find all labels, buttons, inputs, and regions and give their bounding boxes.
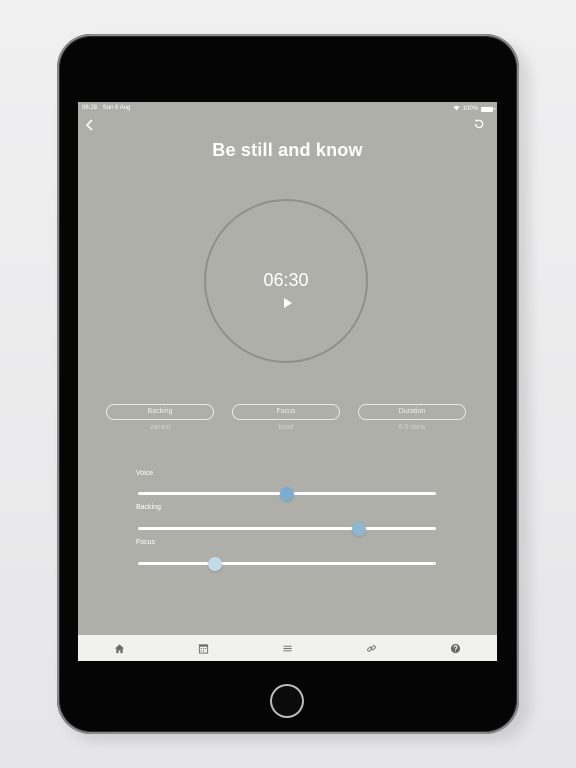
back-button[interactable]	[82, 118, 98, 134]
tab-menu[interactable]	[267, 638, 307, 658]
focus-option-button[interactable]: Focus	[232, 404, 340, 420]
backing-option-value: vacant	[149, 424, 171, 431]
tab-calendar[interactable]	[184, 638, 224, 658]
duration-option-button[interactable]: Duration	[358, 404, 466, 420]
tab-home[interactable]	[100, 638, 140, 658]
status-time-date: 06:28 Sun 6 Aug	[82, 105, 130, 111]
calendar-icon	[199, 643, 209, 654]
battery-icon	[481, 106, 495, 112]
wifi-icon	[453, 105, 460, 113]
home-button[interactable]	[270, 684, 304, 718]
voice-slider-knob[interactable]	[280, 486, 294, 501]
backing-option-button[interactable]: Backing	[106, 404, 214, 420]
focus-option-value: bowl	[278, 424, 294, 431]
menu-icon	[283, 645, 292, 651]
duration-option-value: 6.5 mins	[398, 424, 426, 431]
focus-slider-knob[interactable]	[208, 556, 223, 571]
focus-option-label: Focus	[276, 408, 296, 415]
focus-slider-label: Focus	[136, 539, 156, 546]
duration-option-label: Duration	[398, 408, 426, 415]
chevron-left-icon	[85, 119, 93, 131]
voice-slider-label: Voice	[136, 470, 154, 477]
app-screen: 06:28 Sun 6 Aug 100% Be still and know 0…	[78, 102, 497, 661]
home-icon	[115, 643, 125, 653]
tab-link[interactable]	[351, 638, 391, 658]
focus-slider-track[interactable]	[138, 556, 436, 571]
bottom-tab-bar	[78, 635, 497, 661]
timer-display: 06:30	[263, 270, 309, 290]
backing-slider-track[interactable]	[138, 521, 436, 536]
voice-slider-track[interactable]	[138, 486, 436, 501]
battery-percent: 100%	[462, 106, 478, 112]
backing-option-label: Backing	[147, 408, 173, 415]
restart-button[interactable]	[471, 118, 487, 134]
status-time: 06:28	[82, 105, 98, 111]
restart-icon	[474, 118, 484, 129]
page-title: Be still and know	[212, 140, 363, 160]
help-icon	[450, 643, 460, 653]
link-icon	[366, 644, 376, 652]
backing-slider-knob[interactable]	[351, 521, 366, 536]
tab-help[interactable]	[435, 638, 475, 658]
backing-slider-label: Backing	[136, 504, 161, 511]
play-icon[interactable]	[284, 298, 292, 308]
status-date: Sun 6 Aug	[102, 105, 131, 111]
status-right: 100%	[453, 105, 495, 113]
status-bar: 06:28 Sun 6 Aug 100%	[78, 104, 497, 114]
